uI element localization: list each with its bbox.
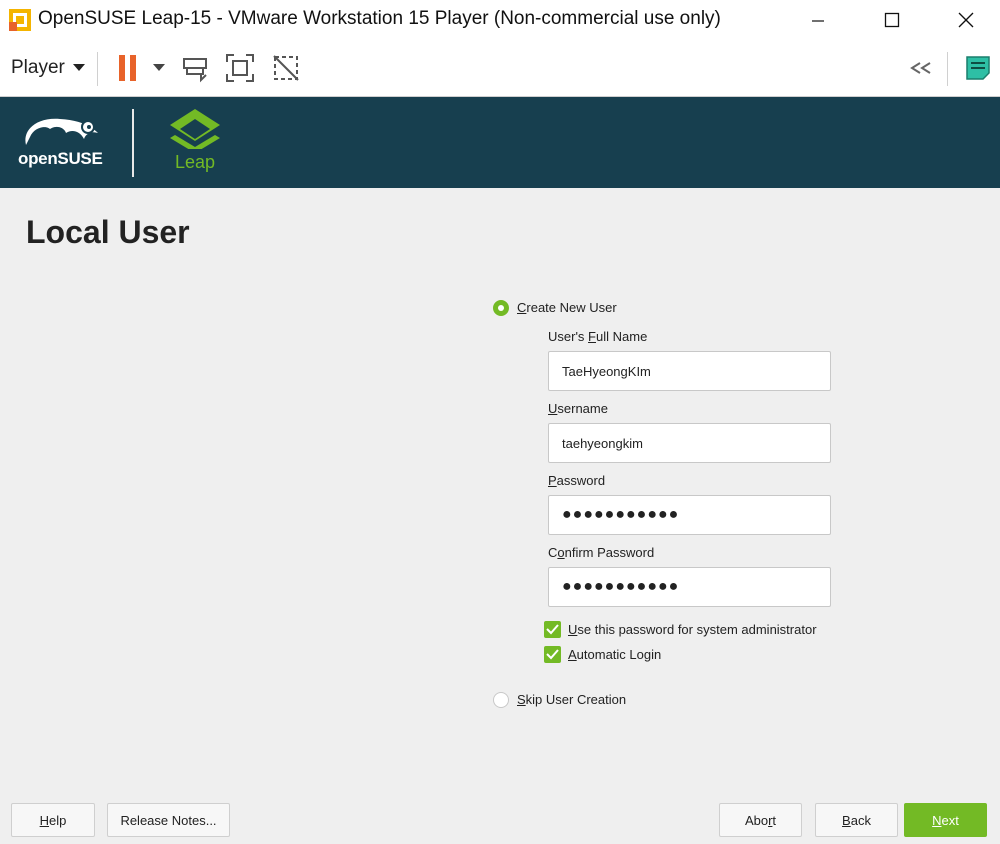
player-menu-label: Player [11, 57, 65, 78]
send-ctrl-alt-del-icon [183, 58, 207, 83]
confirm-password-input[interactable]: ●●●●●●●●●●● [548, 567, 831, 607]
password-input[interactable]: ●●●●●●●●●●● [548, 495, 831, 535]
automatic-login-label[interactable]: Automatic Login [568, 647, 661, 662]
mnemonic: P [548, 473, 557, 488]
pause-dropdown-button[interactable] [143, 52, 175, 84]
label-text: ull Name [596, 329, 648, 344]
create-new-user-label[interactable]: Create New User [517, 300, 617, 315]
help-button[interactable]: Help [11, 803, 95, 837]
close-button[interactable] [943, 0, 989, 40]
skip-user-creation-label[interactable]: Skip User Creation [517, 692, 626, 707]
mnemonic: o [557, 545, 565, 560]
vmware-icon [8, 8, 32, 32]
minimize-icon [812, 20, 824, 22]
release-notes-button[interactable]: Release Notes... [107, 803, 230, 837]
unity-button[interactable] [270, 52, 302, 84]
maximize-icon [884, 12, 900, 28]
label-text: kip User Creation [525, 692, 627, 707]
minimize-button[interactable] [795, 0, 841, 40]
message-log-button[interactable] [962, 52, 994, 84]
product-name: Leap [175, 152, 216, 172]
label-text: reate New User [526, 300, 617, 315]
mnemonic: C [517, 300, 527, 315]
mnemonic: U [568, 622, 578, 637]
leap-logo [170, 109, 220, 154]
label-text: se this password for system administrato… [577, 622, 817, 637]
mnemonic: A [568, 647, 577, 662]
brand-name: openSUSE [18, 149, 103, 168]
admin-password-checkbox[interactable] [544, 621, 561, 638]
mnemonic: B [842, 812, 851, 828]
checkmark-icon [546, 649, 559, 660]
username-label: Username [548, 401, 608, 416]
automatic-login-checkbox[interactable] [544, 646, 561, 663]
collapse-toolbar-button[interactable] [905, 52, 937, 84]
label-text: Abo [744, 812, 769, 828]
full-name-input[interactable]: TaeHyeongKIm [548, 351, 831, 391]
label-text: sername [557, 401, 608, 416]
checkmark-icon [546, 624, 559, 635]
label-text: nfirm Password [564, 545, 655, 560]
fullscreen-button[interactable] [224, 52, 256, 84]
player-menu[interactable]: Player [11, 57, 85, 79]
window-titlebar: OpenSUSE Leap-15 - VMware Workstation 15… [0, 0, 1000, 40]
maximize-button[interactable] [869, 0, 915, 40]
label-text: t [772, 812, 777, 828]
mnemonic: F [588, 329, 596, 344]
chameleon-icon [25, 118, 98, 145]
installer-banner: openSUSE Leap [0, 97, 1000, 188]
vm-toolbar: Player [0, 40, 1000, 97]
send-ctrl-alt-del-button[interactable] [180, 52, 212, 84]
message-log-icon [966, 56, 990, 80]
window-title: OpenSUSE Leap-15 - VMware Workstation 15… [38, 8, 721, 29]
skip-user-creation-radio[interactable] [493, 692, 509, 708]
mnemonic: H [39, 812, 50, 828]
mnemonic: N [932, 812, 942, 828]
leap-icon [170, 109, 220, 153]
abort-button[interactable]: Abo r t [719, 803, 802, 837]
toolbar-divider [947, 52, 948, 86]
dropdown-arrow-icon [153, 64, 165, 71]
page-title: Local User [26, 214, 190, 250]
create-new-user-radio[interactable] [493, 300, 509, 316]
next-button[interactable]: Next [904, 803, 987, 837]
dropdown-arrow-icon [72, 64, 85, 71]
confirm-password-label: Confirm Password [548, 545, 654, 560]
unity-icon [273, 55, 299, 81]
pause-button[interactable] [112, 52, 144, 84]
label-text: ext [941, 812, 959, 828]
mnemonic: U [548, 401, 558, 416]
username-input[interactable]: taehyeongkim [548, 423, 831, 463]
label-text: C [548, 545, 558, 560]
label-text: ack [850, 812, 871, 828]
banner-divider [132, 109, 134, 177]
close-icon [958, 12, 974, 28]
label-text: assword [556, 473, 606, 488]
admin-password-label[interactable]: Use this password for system administrat… [568, 622, 817, 637]
back-button[interactable]: Back [815, 803, 898, 837]
fullscreen-icon [226, 54, 254, 82]
password-label: Password [548, 473, 605, 488]
label-text: elp [49, 812, 67, 828]
full-name-label: User's Full Name [548, 329, 647, 344]
label-text: User's [548, 329, 589, 344]
collapse-icon [910, 62, 931, 74]
toolbar-divider [97, 52, 98, 86]
mnemonic: S [517, 692, 526, 707]
pause-icon [119, 55, 136, 81]
label-text: utomatic Login [576, 647, 662, 662]
